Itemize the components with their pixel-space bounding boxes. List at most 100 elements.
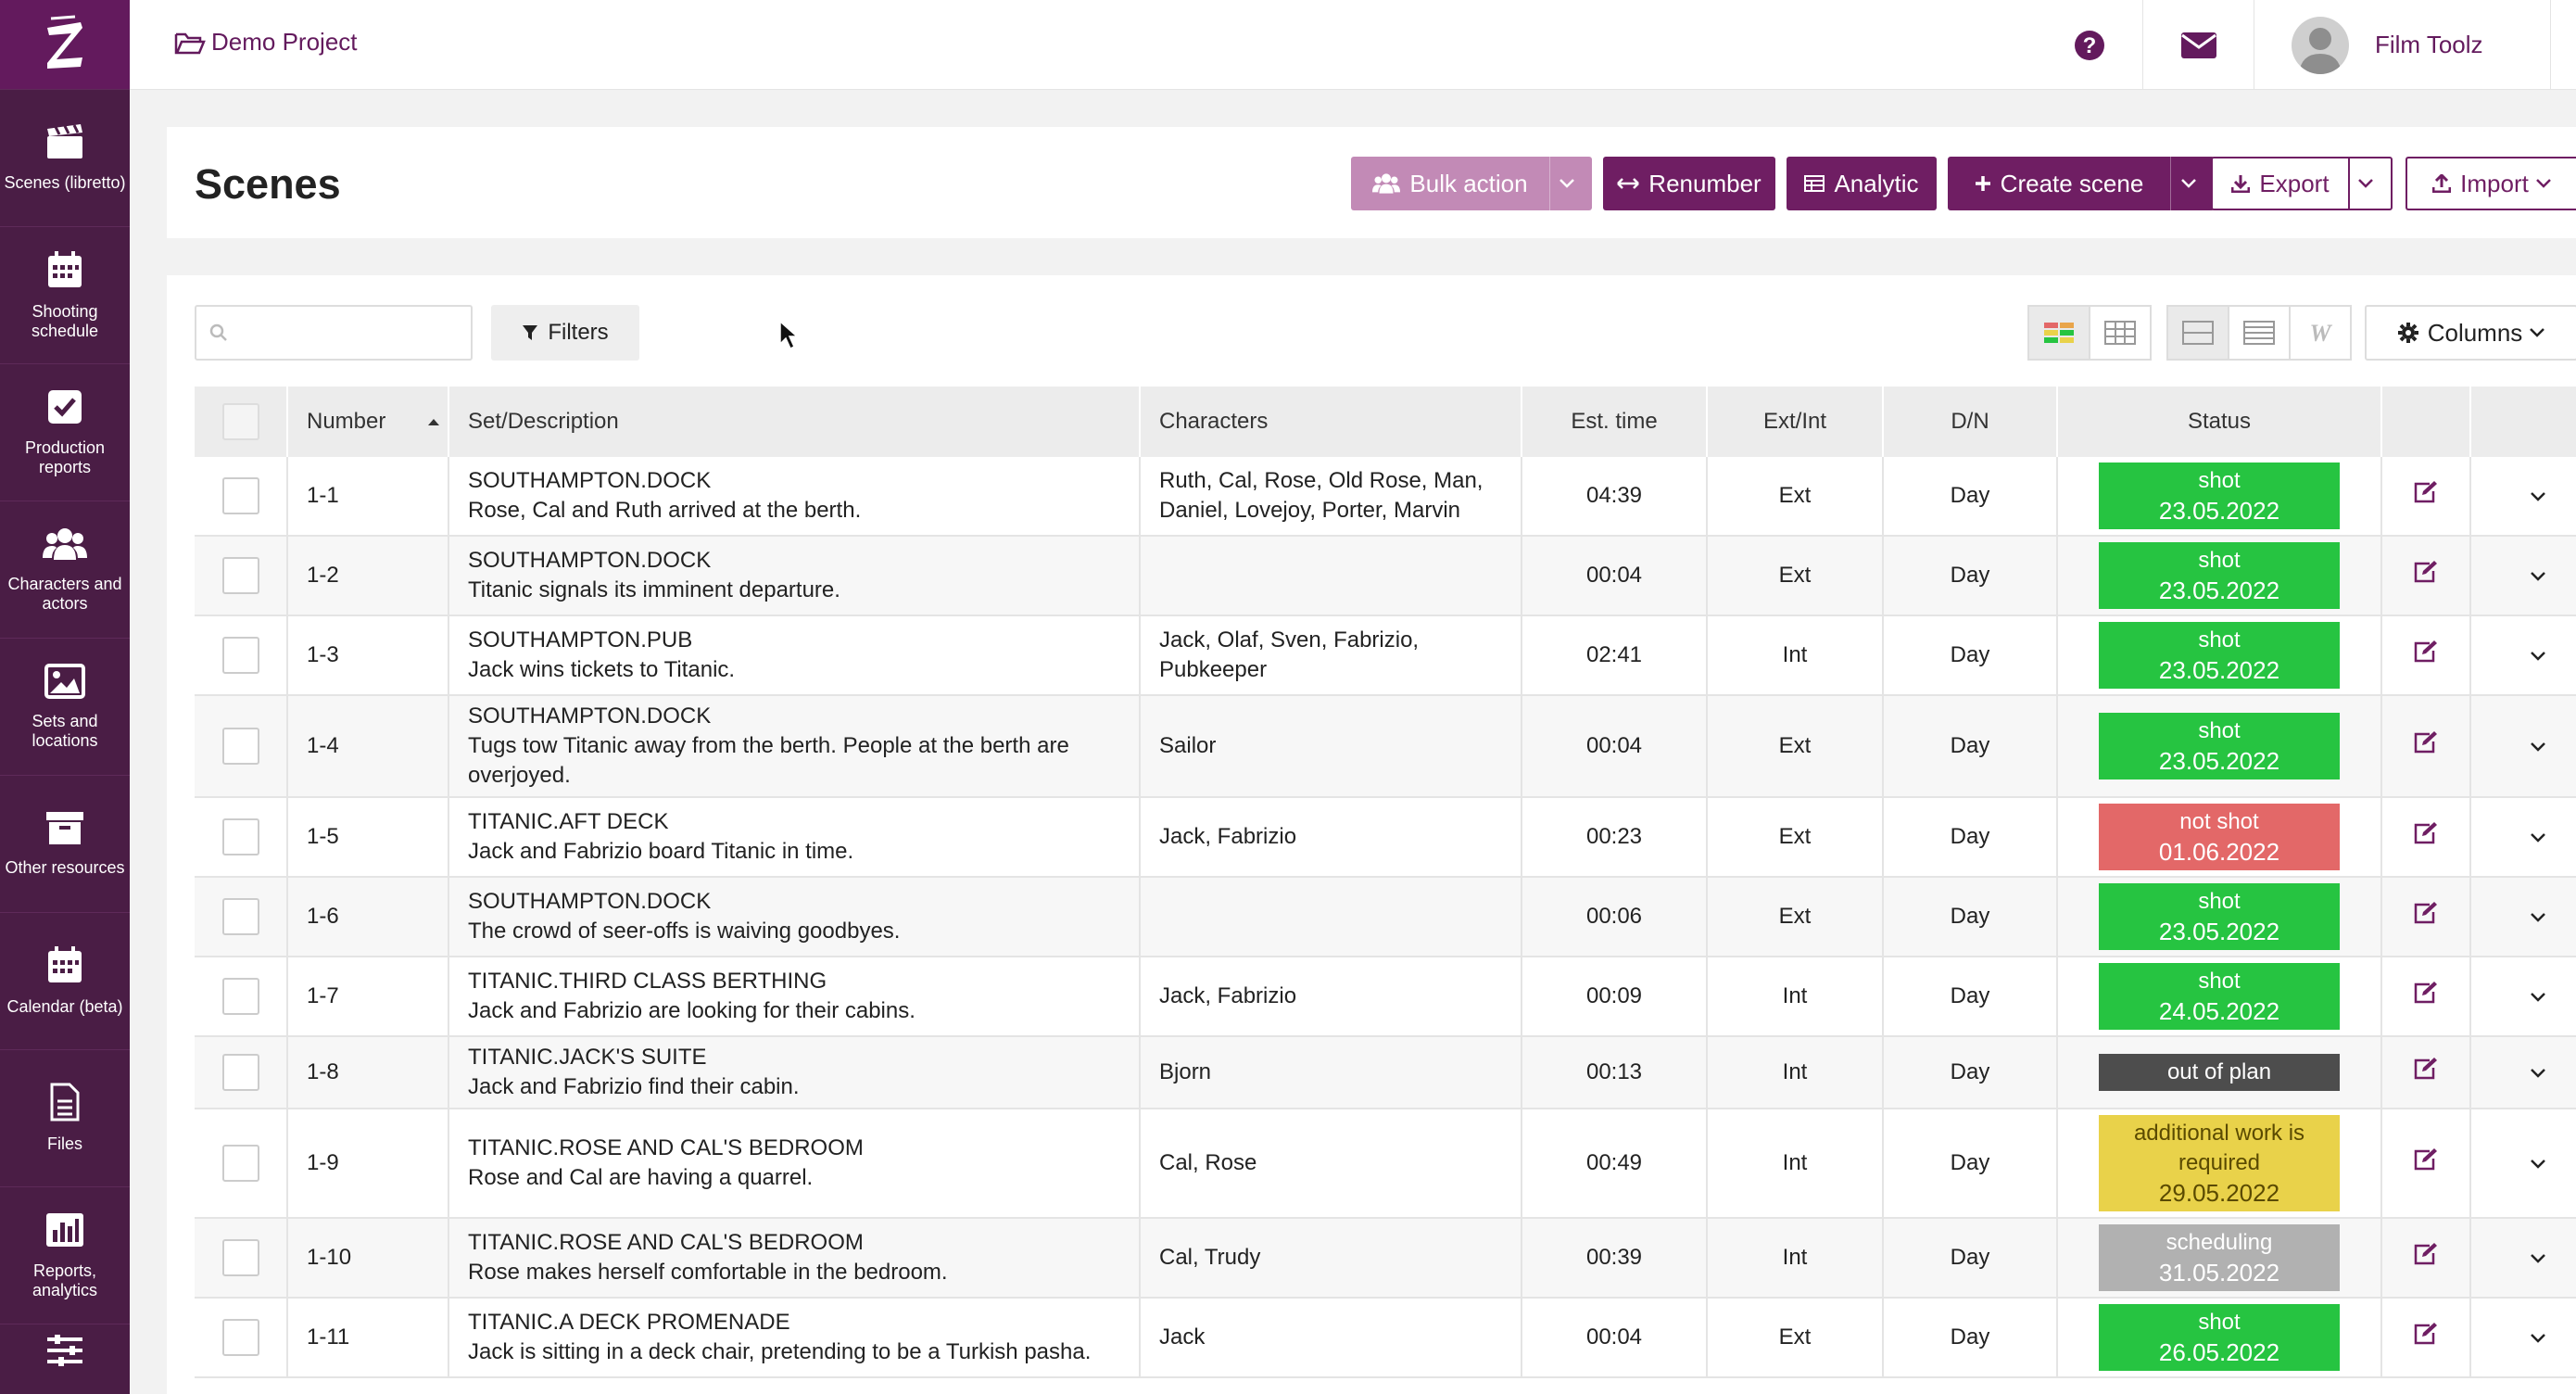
chevron-down-icon[interactable] [2530, 741, 2546, 753]
chevron-down-icon[interactable] [2530, 1333, 2546, 1344]
edit-icon[interactable] [2413, 821, 2439, 845]
chevron-down-icon[interactable] [2530, 1068, 2546, 1079]
scene-ext-int: Int [1782, 1150, 1808, 1175]
edit-icon[interactable] [2413, 640, 2439, 664]
chevron-down-icon[interactable] [2530, 1253, 2546, 1264]
table-row[interactable]: 1-8 TITANIC.JACK'S SUITE Jack and Fabriz… [195, 1036, 2576, 1109]
export-button[interactable]: Export [2211, 157, 2350, 210]
create-scene-dropdown[interactable] [2170, 157, 2215, 210]
sidebar-item-shooting-schedule[interactable]: Shooting schedule [0, 227, 130, 364]
column-header-characters[interactable]: Characters [1139, 387, 1522, 457]
project-link[interactable]: Demo Project [174, 28, 358, 57]
edit-icon[interactable] [2413, 901, 2439, 925]
table-row[interactable]: 1-4 SOUTHAMPTON.DOCK Tugs tow Titanic aw… [195, 695, 2576, 798]
status-badge[interactable]: not shot 01.06.2022 [2099, 804, 2340, 870]
edit-icon[interactable] [2413, 1057, 2439, 1081]
chevron-down-icon[interactable] [2530, 571, 2546, 582]
chevron-down-icon[interactable] [2530, 992, 2546, 1003]
table-row[interactable]: 1-11 TITANIC.A DECK PROMENADE Jack is si… [195, 1298, 2576, 1378]
create-scene-button[interactable]: Create scene [1948, 157, 2170, 210]
row-checkbox[interactable] [221, 1319, 259, 1356]
app-logo[interactable] [0, 0, 130, 90]
bulk-action-dropdown[interactable] [1549, 157, 1592, 210]
renumber-button[interactable]: Renumber [1603, 157, 1775, 210]
column-header-dn[interactable]: D/N [1882, 387, 2057, 457]
sidebar-item-characters[interactable]: Characters and actors [0, 501, 130, 639]
edit-icon[interactable] [2413, 560, 2439, 584]
edit-icon[interactable] [2413, 1322, 2439, 1346]
status-badge[interactable]: shot 23.05.2022 [2099, 883, 2340, 950]
column-header-est-time[interactable]: Est. time [1521, 387, 1707, 457]
table-row[interactable]: 1-7 TITANIC.THIRD CLASS BERTHING Jack an… [195, 957, 2576, 1037]
status-badge[interactable]: shot 24.05.2022 [2099, 963, 2340, 1030]
chevron-down-icon[interactable] [2530, 832, 2546, 843]
edit-icon[interactable] [2413, 1242, 2439, 1266]
row-checkbox[interactable] [221, 978, 259, 1015]
status-badge[interactable]: shot 23.05.2022 [2099, 713, 2340, 779]
chevron-down-icon[interactable] [2530, 491, 2546, 502]
sidebar-item-production-reports[interactable]: Production reports [0, 364, 130, 501]
table-row[interactable]: 1-10 TITANIC.ROSE AND CAL'S BEDROOM Rose… [195, 1218, 2576, 1299]
search-input[interactable] [237, 321, 460, 345]
plain-table-view-button[interactable] [2089, 305, 2152, 361]
bulk-action-button[interactable]: Bulk action [1351, 157, 1549, 210]
row-checkbox[interactable] [221, 818, 259, 855]
sidebar-item-other-resources[interactable]: Other resources [0, 776, 130, 913]
export-dropdown[interactable] [2348, 157, 2393, 210]
row-checkbox[interactable] [221, 637, 259, 674]
status-badge[interactable]: shot 23.05.2022 [2099, 463, 2340, 529]
analytic-button[interactable]: Analytic [1787, 157, 1937, 210]
wrap-text-button[interactable]: W [2289, 305, 2352, 361]
chevron-down-icon[interactable] [2530, 912, 2546, 923]
status-badge[interactable]: additional work is required 29.05.2022 [2099, 1115, 2340, 1211]
cell-set-description: TITANIC.ROSE AND CAL'S BEDROOM Rose and … [448, 1109, 1140, 1219]
table-row[interactable]: 1-6 SOUTHAMPTON.DOCK The crowd of seer-o… [195, 877, 2576, 957]
edit-icon[interactable] [2413, 1147, 2439, 1172]
topbar-extra[interactable] [2550, 0, 2576, 90]
column-header-number[interactable]: Number [286, 387, 448, 457]
row-checkbox[interactable] [221, 1054, 259, 1091]
columns-button[interactable]: Columns [2365, 305, 2576, 361]
table-row[interactable]: 1-5 TITANIC.AFT DECK Jack and Fabrizio b… [195, 797, 2576, 878]
color-view-button[interactable] [2027, 305, 2090, 361]
user-menu[interactable]: Film Toolz [2254, 0, 2550, 90]
sidebar-item-files[interactable]: Files [0, 1050, 130, 1187]
row-checkbox[interactable] [221, 728, 259, 765]
row-height-compact-button[interactable] [2228, 305, 2291, 361]
column-header-ext-int[interactable]: Ext/Int [1706, 387, 1883, 457]
row-checkbox[interactable] [221, 557, 259, 594]
status-badge[interactable]: shot 23.05.2022 [2099, 542, 2340, 609]
row-checkbox[interactable] [221, 1239, 259, 1276]
status-badge[interactable]: out of plan [2099, 1054, 2340, 1091]
status-badge[interactable]: shot 26.05.2022 [2099, 1304, 2340, 1371]
cell-characters: Jaсk, Fabrizio [1139, 797, 1522, 878]
chevron-down-icon[interactable] [2530, 1159, 2546, 1170]
search-box[interactable] [195, 305, 473, 361]
sidebar-item-scenes[interactable]: Scenes (libretto) [0, 90, 130, 227]
edit-icon[interactable] [2413, 981, 2439, 1005]
import-button[interactable]: Import [2406, 157, 2576, 210]
sidebar-item-calendar[interactable]: Calendar (beta) [0, 913, 130, 1050]
chevron-down-icon[interactable] [2530, 651, 2546, 662]
table-row[interactable]: 1-9 TITANIC.ROSE AND CAL'S BEDROOM Rose … [195, 1109, 2576, 1219]
row-checkbox[interactable] [221, 477, 259, 514]
status-badge[interactable]: scheduling 31.05.2022 [2099, 1224, 2340, 1291]
sidebar-item-reports[interactable]: Reports, analytics [0, 1187, 130, 1324]
sidebar-item-settings[interactable] [0, 1324, 130, 1389]
column-header-set-description[interactable]: Set/Description [448, 387, 1140, 457]
column-header-status[interactable]: Status [2056, 387, 2381, 457]
help-button[interactable]: ? [2029, 0, 2150, 90]
edit-icon[interactable] [2413, 730, 2439, 754]
row-checkbox[interactable] [221, 898, 259, 935]
messages-button[interactable] [2142, 0, 2254, 90]
table-row[interactable]: 1-1 SOUTHAMPTON.DOCK Rose, Cal and Ruth … [195, 457, 2576, 537]
status-badge[interactable]: shot 23.05.2022 [2099, 622, 2340, 689]
table-row[interactable]: 1-3 SOUTHAMPTON.PUB Jack wins tickets to… [195, 615, 2576, 696]
edit-icon[interactable] [2413, 480, 2439, 504]
row-checkbox[interactable] [221, 1145, 259, 1182]
sidebar-item-sets[interactable]: Sets and locations [0, 639, 130, 776]
filters-button[interactable]: Filters [491, 305, 639, 361]
table-row[interactable]: 1-2 SOUTHAMPTON.DOCK Titanic signals its… [195, 536, 2576, 616]
row-height-large-button[interactable] [2166, 305, 2229, 361]
select-all-checkbox[interactable] [221, 403, 259, 440]
